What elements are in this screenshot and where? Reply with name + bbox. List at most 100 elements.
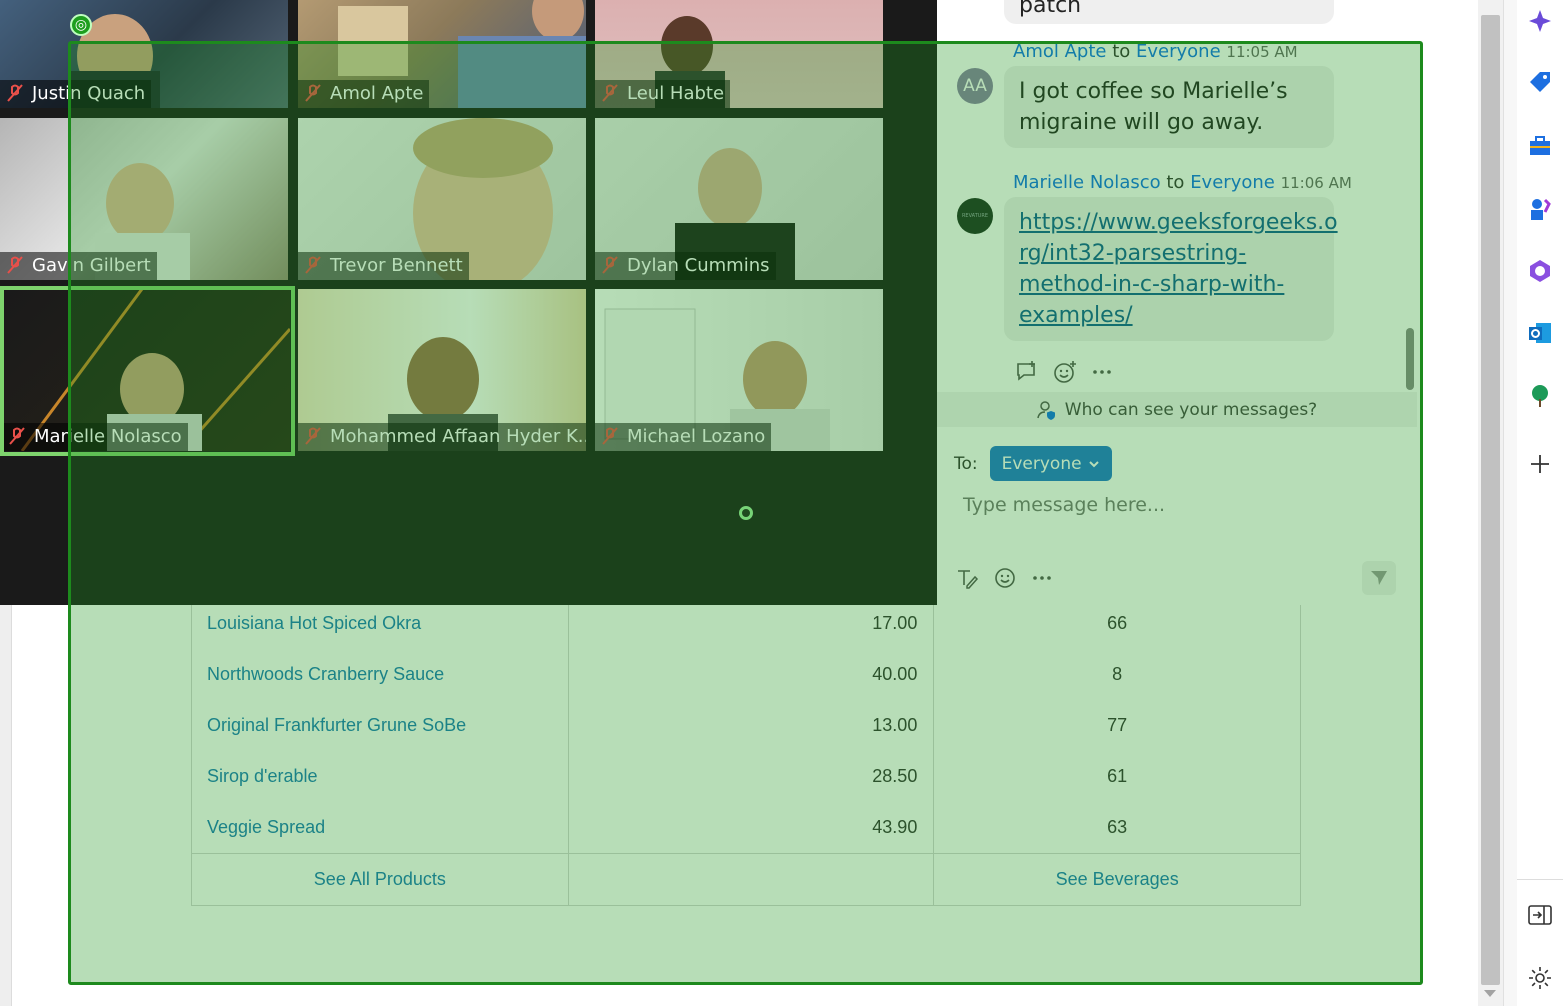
product-qty-cell: 77: [933, 700, 1301, 751]
video-tile[interactable]: Dylan Cummins: [595, 118, 883, 280]
message-actions: [1015, 360, 1113, 384]
send-button[interactable]: [1362, 561, 1396, 595]
product-name-cell: Louisiana Hot Spiced Okra: [191, 598, 569, 649]
chat-message-meta: Marielle Nolasco to Everyone 11:06 AM: [1013, 172, 1352, 193]
chat-sender[interactable]: Amol Apte: [1013, 41, 1106, 62]
participant-name-label: Amol Apte: [298, 80, 430, 108]
settings-icon[interactable]: [1525, 963, 1555, 993]
muted-mic-icon: [9, 427, 25, 445]
participant-name: Amol Apte: [330, 83, 424, 104]
games-icon[interactable]: [1525, 194, 1555, 224]
see-beverages-link[interactable]: See Beverages: [1056, 869, 1179, 889]
add-icon[interactable]: [1525, 449, 1555, 479]
sidebar-divider: [1517, 879, 1563, 880]
product-link[interactable]: Veggie Spread: [207, 817, 325, 837]
participant-name-label: Marielle Nolasco: [2, 423, 188, 451]
muted-mic-icon: [305, 256, 321, 274]
product-price-cell: 13.00: [567, 700, 935, 751]
send-icon: [1371, 571, 1387, 585]
product-name-cell: Sirop d'erable: [191, 751, 569, 802]
chat-link-line: https://www.geeksforgeeks.o: [1019, 210, 1338, 235]
target-icon[interactable]: ◎: [70, 14, 92, 36]
video-tile[interactable]: Marielle Nolasco: [2, 289, 290, 451]
product-link[interactable]: Sirop d'erable: [207, 766, 318, 786]
copilot-icon[interactable]: [1525, 6, 1555, 36]
participant-name: Dylan Cummins: [627, 255, 770, 276]
product-link[interactable]: Louisiana Hot Spiced Okra: [207, 613, 421, 633]
table-row: Original Frankfurter Grune SoBe 13.00 77: [191, 700, 1301, 751]
toolbox-icon[interactable]: [1525, 131, 1555, 161]
chat-message-bubble: https://www.geeksforgeeks.o rg/int32-par…: [1004, 197, 1338, 341]
video-tile[interactable]: Amol Apte: [298, 0, 586, 108]
m365-icon[interactable]: [1525, 256, 1555, 286]
see-all-products-link[interactable]: See All Products: [314, 869, 446, 889]
video-tile[interactable]: Trevor Bennett: [298, 118, 586, 280]
emoji-icon[interactable]: [993, 566, 1017, 590]
table-row: Louisiana Hot Spiced Okra 17.00 66: [191, 598, 1301, 649]
browser-edge: [1503, 0, 1517, 1006]
recipient-value: Everyone: [1001, 453, 1082, 474]
participant-name: Trevor Bennett: [330, 255, 463, 276]
participant-name: Gavin Gilbert: [32, 255, 151, 276]
page-scroll-down-arrow[interactable]: [1484, 990, 1496, 997]
chat-message-text: patch: [1019, 0, 1082, 18]
product-qty-cell: 66: [933, 598, 1301, 649]
more-compose-options-icon[interactable]: [1031, 567, 1053, 589]
video-tile[interactable]: Mohammed Affaan Hyder K...: [298, 289, 586, 451]
chat-scrollbar[interactable]: [1406, 328, 1414, 390]
chat-panel: patch AA Amol Apte to Everyone 11:05 AM …: [937, 0, 1417, 605]
product-name-cell: Original Frankfurter Grune SoBe: [191, 700, 569, 751]
product-name-cell: Veggie Spread: [191, 802, 569, 853]
participant-name-label: Michael Lozano: [595, 423, 772, 451]
tree-icon[interactable]: [1525, 381, 1555, 411]
product-price-cell: 17.00: [567, 598, 935, 649]
participant-name: Marielle Nolasco: [34, 426, 182, 447]
page-scroll-thumb[interactable]: [1481, 15, 1500, 985]
chat-link-line: method-in-c-sharp-with-: [1019, 272, 1285, 297]
video-tile[interactable]: Justin Quach: [0, 0, 288, 108]
participant-name-label: Gavin Gilbert: [0, 252, 157, 280]
chat-message-text: I got coffee so Marielle’s migraine will…: [1019, 79, 1288, 135]
format-text-icon[interactable]: [955, 566, 979, 590]
message-input[interactable]: Type message here...: [963, 494, 1165, 516]
product-qty-cell: 61: [933, 751, 1301, 802]
cursor-indicator: [739, 506, 753, 520]
reply-icon[interactable]: [1015, 360, 1039, 384]
footer-cell: [567, 852, 935, 906]
outlook-icon[interactable]: [1525, 318, 1555, 348]
video-tile[interactable]: Gavin Gilbert: [0, 118, 288, 280]
table-footer-row: See All Products See Beverages: [191, 852, 1301, 906]
who-can-see-bar[interactable]: Who can see your messages?: [937, 392, 1417, 427]
product-link[interactable]: Northwoods Cranberry Sauce: [207, 664, 444, 684]
chat-recipient: Everyone: [1136, 41, 1221, 62]
product-link[interactable]: Original Frankfurter Grune SoBe: [207, 715, 466, 735]
chat-message-meta: Amol Apte to Everyone 11:05 AM: [1013, 41, 1298, 62]
participant-name: Justin Quach: [32, 83, 146, 104]
video-tile[interactable]: Leul Habte: [595, 0, 883, 108]
chat-link-line: examples/: [1019, 303, 1133, 328]
chat-link-line: rg/int32-parsestring-: [1019, 241, 1247, 266]
more-options-icon[interactable]: [1091, 361, 1113, 383]
product-price-cell: 28.50: [567, 751, 935, 802]
table-row: Veggie Spread 43.90 63: [191, 802, 1301, 853]
recipient-dropdown[interactable]: Everyone: [989, 446, 1112, 481]
chat-sender[interactable]: Marielle Nolasco: [1013, 172, 1161, 193]
chat-link[interactable]: https://www.geeksforgeeks.o rg/int32-par…: [1019, 207, 1338, 331]
muted-mic-icon: [602, 256, 618, 274]
participant-name: Mohammed Affaan Hyder K...: [330, 426, 586, 447]
participant-name-label: Mohammed Affaan Hyder K...: [298, 423, 586, 451]
add-reaction-icon[interactable]: [1053, 360, 1077, 384]
tag-icon[interactable]: [1525, 67, 1555, 97]
muted-mic-icon: [602, 84, 618, 102]
footer-cell: See All Products: [191, 852, 569, 906]
to-label: To:: [954, 453, 978, 474]
chat-time: 11:06 AM: [1280, 174, 1352, 192]
split-screen-icon[interactable]: [1525, 900, 1555, 930]
video-tile[interactable]: Michael Lozano: [595, 289, 883, 451]
avatar: REVATURE: [957, 198, 993, 234]
muted-mic-icon: [602, 427, 618, 445]
product-price-cell: 40.00: [567, 649, 935, 700]
participant-name-label: Leul Habte: [595, 80, 731, 108]
screen: { "products_table": { "rows": [ {"name":…: [0, 0, 1563, 1006]
footer-cell: See Beverages: [933, 852, 1301, 906]
